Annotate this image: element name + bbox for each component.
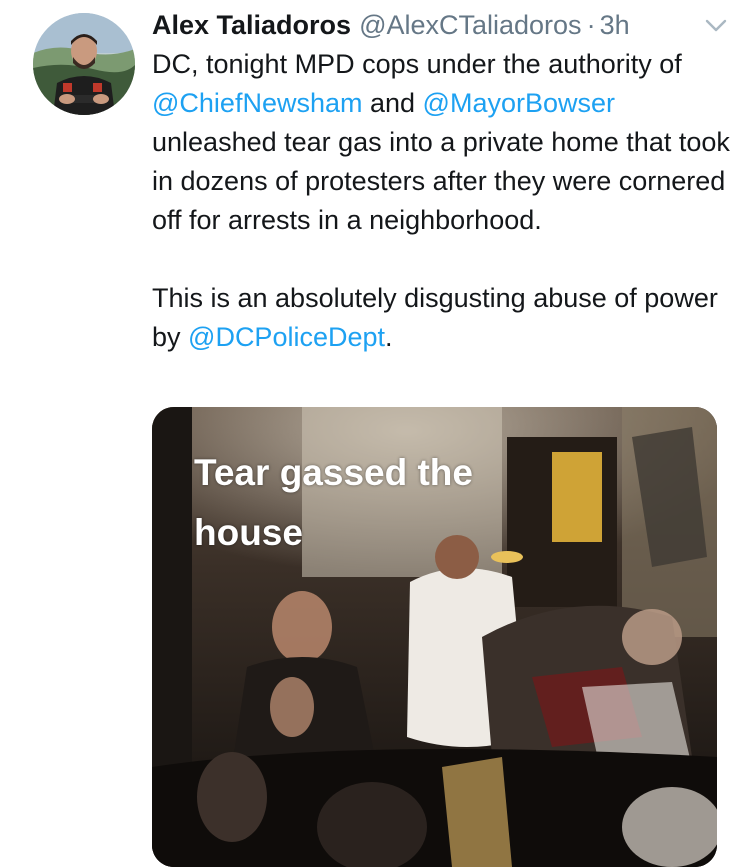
tweet-header: Alex Taliadoros @AlexCTaliadoros · 3h (152, 6, 727, 44)
text-segment: unleashed tear gas into a private home t… (152, 127, 730, 235)
profile-photo-icon (33, 13, 135, 115)
text-segment: . (385, 322, 393, 352)
text-segment: DC, tonight MPD cops under the authority… (152, 49, 682, 79)
avatar[interactable] (33, 13, 135, 115)
tweet-text: DC, tonight MPD cops under the authority… (152, 45, 732, 357)
tweet-paragraph-1: DC, tonight MPD cops under the authority… (152, 45, 732, 240)
video-caption-overlay: Tear gassed the house (194, 452, 473, 553)
mention-mayorbowser[interactable]: @MayorBowser (423, 88, 615, 118)
video-thumbnail[interactable]: Tear gassed the house (152, 407, 717, 867)
tweet-paragraph-2: This is an absolutely disgusting abuse o… (152, 279, 732, 357)
mention-chiefnewsham[interactable]: @ChiefNewsham (152, 88, 362, 118)
timestamp[interactable]: 3h (600, 6, 630, 44)
text-segment: and (362, 88, 423, 118)
display-name[interactable]: Alex Taliadoros (152, 6, 351, 44)
chevron-down-icon[interactable] (705, 18, 727, 34)
user-handle[interactable]: @AlexCTaliadoros (359, 6, 582, 44)
tweet[interactable]: Alex Taliadoros @AlexCTaliadoros · 3h DC… (0, 0, 750, 867)
mention-dcpolicedept[interactable]: @DCPoliceDept (188, 322, 385, 352)
separator-dot: · (586, 10, 596, 40)
